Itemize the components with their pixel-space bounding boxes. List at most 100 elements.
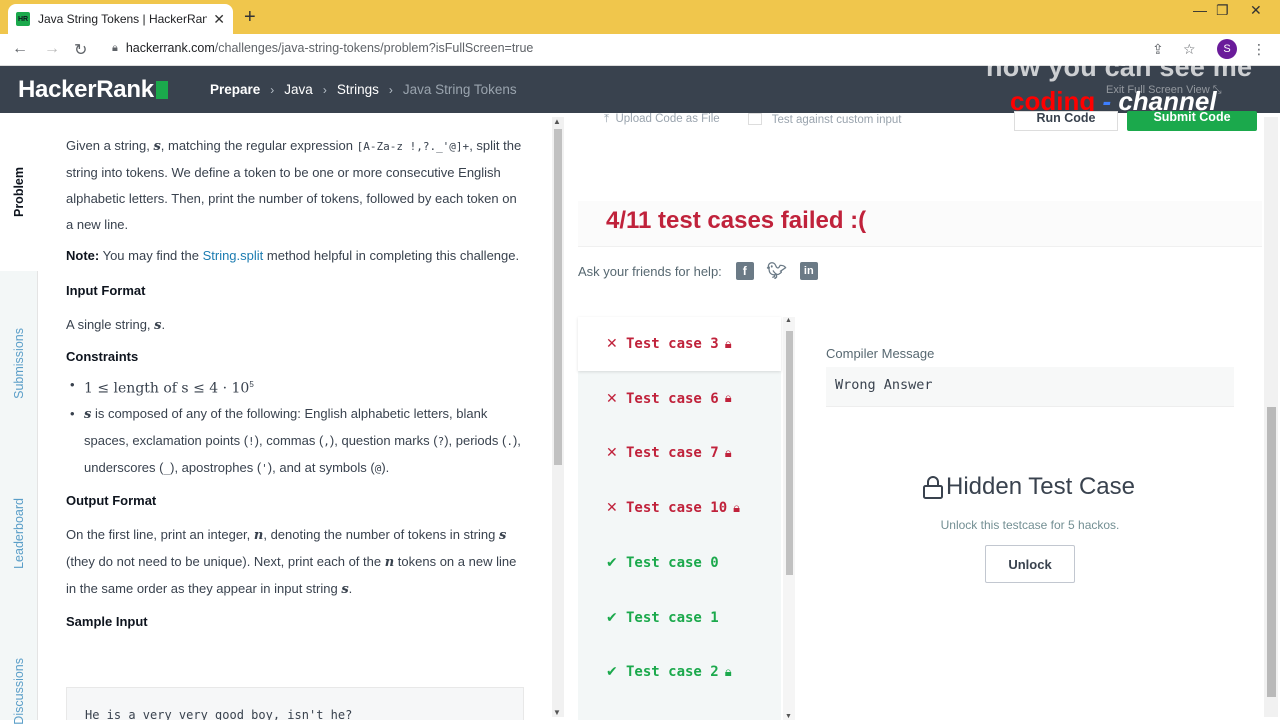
- unlock-button[interactable]: Unlock: [985, 545, 1075, 583]
- test-case-item[interactable]: ✔ Test case 2 🔒︎: [578, 645, 781, 699]
- logo-mark-icon: [155, 81, 168, 99]
- scroll-up-icon[interactable]: ▲: [553, 117, 561, 126]
- chevron-right-icon: ›: [270, 82, 275, 97]
- output-format-heading: Output Format: [66, 493, 157, 509]
- breadcrumb: Prepare › Java › Strings › Java String T…: [210, 82, 517, 97]
- output-format-text: On the first line, print an integer, n, …: [66, 527, 517, 598]
- test-case-item[interactable]: ✕ Test case 6 🔒︎: [578, 372, 781, 426]
- tab-leaderboard-label: Leaderboard: [12, 497, 26, 569]
- twitter-icon[interactable]: 🐦︎: [767, 262, 787, 280]
- lock-icon: [923, 476, 943, 499]
- test-case-item[interactable]: ✔ Test case 0: [578, 536, 781, 590]
- input-format-text: A single string, s.: [66, 317, 166, 333]
- menu-kebab-icon[interactable]: ⋮: [1252, 41, 1266, 58]
- hidden-test-case-label: Hidden Test Case: [946, 473, 1135, 500]
- scroll-up-icon[interactable]: ▲: [785, 317, 792, 324]
- facebook-icon[interactable]: f: [735, 262, 754, 280]
- back-arrow-icon[interactable]: ←: [12, 40, 28, 58]
- test-case-label: Test case 7: [626, 445, 719, 462]
- test-case-item[interactable]: ✕ Test case 3 🔒︎: [578, 317, 781, 371]
- fail-x-icon: ✕: [606, 336, 618, 352]
- tab-title: Java String Tokens | HackerRank: [38, 12, 208, 26]
- tab-submissions[interactable]: Submissions: [0, 313, 38, 413]
- test-case-scroll-thumb[interactable]: [786, 331, 793, 575]
- fail-x-icon: ✕: [606, 390, 618, 407]
- hackerrank-favicon-icon: HR: [16, 12, 30, 26]
- new-tab-plus-icon[interactable]: +: [244, 6, 256, 29]
- test-case-label: Test case 3: [626, 336, 719, 352]
- custom-input-checkbox[interactable]: [747, 113, 762, 125]
- breadcrumb-java[interactable]: Java: [284, 82, 313, 97]
- constraints-heading: Constraints: [66, 349, 139, 364]
- watermark-line-1: now you can see me: [986, 52, 1253, 82]
- linkedin-icon[interactable]: in: [799, 262, 818, 280]
- run-code-button[interactable]: Run Code: [1014, 111, 1118, 131]
- custom-input-toggle[interactable]: Test against custom input: [747, 113, 902, 126]
- tab-problem[interactable]: Problem: [0, 113, 38, 271]
- editor-tools: ⤒ Upload Code as File Test against custo…: [604, 113, 901, 126]
- upload-code-button[interactable]: ⤒ Upload Code as File: [604, 113, 720, 126]
- problem-pane: Given a string, s, matching the regular …: [38, 113, 550, 720]
- test-case-list: ✕ Test case 3 🔒︎ ✕ Test case 6 🔒︎ ✕ Test case 7…: [578, 317, 781, 720]
- window-close-icon[interactable]: ✕: [1250, 2, 1262, 19]
- chevron-right-icon: ›: [388, 82, 393, 97]
- constraints-list: 1 ≤ length of s ≤ 4 · 105 s is composed …: [66, 372, 524, 482]
- lock-icon: 🔒︎: [733, 500, 741, 516]
- problem-scrollbar[interactable]: ▲ ▼: [552, 117, 564, 717]
- url-path: /challenges/java-string-tokens/problem?i…: [214, 41, 534, 55]
- test-case-item[interactable]: ✕ Test case 7 🔒︎: [578, 426, 781, 480]
- submit-code-button[interactable]: Submit Code: [1127, 111, 1257, 131]
- lock-icon: 🔒︎: [724, 391, 732, 407]
- lock-icon: 🔒︎: [724, 336, 732, 352]
- test-case-scrollbar[interactable]: ▲ ▼: [783, 317, 795, 720]
- lock-icon: 🔒︎: [724, 445, 732, 461]
- scroll-down-icon[interactable]: ▼: [553, 708, 561, 717]
- page-scrollbar[interactable]: [1264, 117, 1278, 717]
- string-split-link[interactable]: String.split: [203, 248, 264, 263]
- upload-icon: ⤒: [604, 113, 610, 125]
- result-title: 4/11 test cases failed :(: [606, 207, 867, 234]
- tab-discussions-label: Discussions: [12, 658, 26, 725]
- test-case-item[interactable]: ✕ Test case 10 🔒︎: [578, 481, 781, 535]
- pass-check-icon: ✔: [606, 664, 618, 681]
- scroll-down-icon[interactable]: ▼: [785, 713, 792, 720]
- page-scroll-thumb[interactable]: [1267, 407, 1276, 697]
- problem-note: Note: You may find the String.split meth…: [66, 248, 520, 263]
- restore-icon[interactable]: ❐: [1216, 2, 1229, 19]
- breadcrumb-prepare[interactable]: Prepare: [210, 82, 260, 97]
- tab-discussions[interactable]: Discussions: [0, 658, 38, 725]
- forward-arrow-icon[interactable]: →: [44, 40, 60, 58]
- custom-input-label: Test against custom input: [771, 114, 902, 126]
- constraint-length: 1 ≤ length of s ≤ 4 · 105: [66, 372, 524, 401]
- problem-scroll-thumb[interactable]: [554, 129, 562, 465]
- url-host: hackerrank.com: [125, 41, 215, 55]
- tab-problem-label: Problem: [11, 166, 26, 217]
- pass-check-icon: ✔: [606, 554, 618, 571]
- test-case-item[interactable]: ✔ Test case 1: [578, 591, 781, 645]
- reload-icon[interactable]: ↻: [74, 40, 87, 60]
- hackerrank-logo[interactable]: HackerRank: [18, 76, 168, 104]
- close-icon[interactable]: ✕: [213, 11, 225, 28]
- logo-text: HackerRank: [18, 76, 154, 103]
- test-case-label: Test case 10: [626, 500, 728, 517]
- sample-input-heading: Sample Input: [66, 614, 148, 630]
- tab-leaderboard[interactable]: Leaderboard: [0, 483, 38, 583]
- problem-intro: Given a string, s, matching the regular …: [66, 138, 522, 232]
- browser-tab[interactable]: HR Java String Tokens | HackerRank ✕: [8, 4, 233, 34]
- tab-submissions-label: Submissions: [12, 327, 26, 399]
- results-pane: ⤒ Upload Code as File Test against custo…: [566, 111, 1280, 720]
- constraint-charset: s is composed of any of the following: E…: [66, 401, 524, 482]
- minimize-icon[interactable]: —: [1193, 2, 1207, 18]
- fail-x-icon: ✕: [606, 445, 618, 462]
- fail-x-icon: ✕: [606, 500, 618, 517]
- test-case-detail: Compiler Message Wrong Answer Hidden Tes…: [796, 317, 1264, 720]
- side-tabs: Problem Submissions Leaderboard Discussi…: [0, 113, 38, 725]
- unlock-message: Unlock this testcase for 5 hackos.: [940, 518, 1120, 532]
- breadcrumb-strings[interactable]: Strings: [337, 82, 379, 97]
- browser-tabbar: HR Java String Tokens | HackerRank ✕ + —…: [0, 0, 1280, 34]
- padlock-icon: 🔒︎: [112, 41, 118, 54]
- test-case-label: Test case 0: [626, 554, 719, 571]
- hidden-test-case-title: Hidden Test Case: [922, 473, 1135, 501]
- url-field[interactable]: 🔒︎ hackerrank.com/challenges/java-string…: [112, 41, 533, 55]
- sample-input-box: He is a very very good boy, isn't he?: [66, 687, 524, 720]
